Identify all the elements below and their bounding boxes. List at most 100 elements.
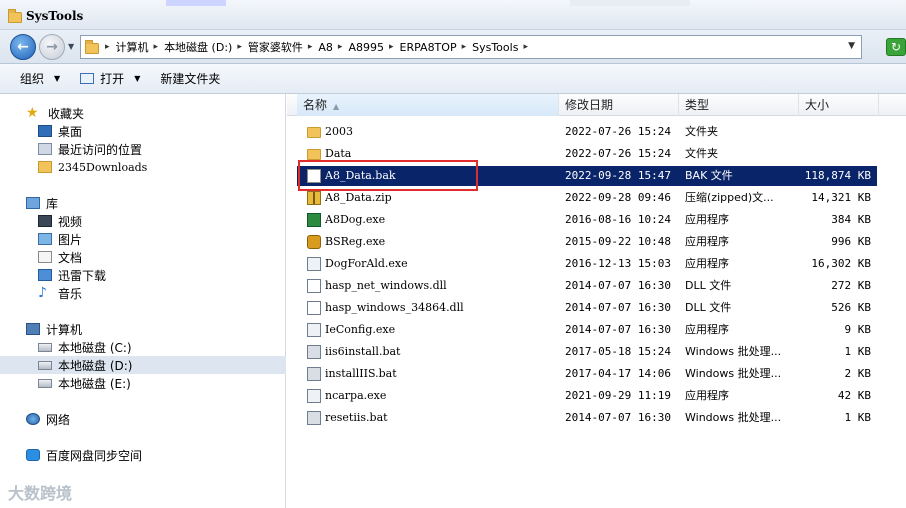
- folder-icon: [38, 161, 52, 173]
- file-row[interactable]: BSReg.exe 2015-09-22 10:48 应用程序 996 KB: [297, 232, 877, 252]
- column-header-name[interactable]: 名称 ▲: [297, 94, 559, 116]
- file-name: installIIS.bat: [325, 367, 397, 380]
- breadcrumb-a8995[interactable]: A8995: [348, 41, 384, 54]
- file-row[interactable]: A8_Data.zip 2022-09-28 09:46 压缩(zipped)文..…: [297, 188, 877, 208]
- file-name: Data: [325, 147, 352, 160]
- back-button[interactable]: ←: [10, 34, 36, 60]
- nav-baidu-sync[interactable]: 百度网盘同步空间: [0, 446, 286, 464]
- chevron-right-icon[interactable]: ▸: [462, 42, 467, 52]
- bsreg-app-icon: [307, 235, 321, 249]
- bat-icon: [307, 411, 321, 425]
- file-row[interactable]: installIIS.bat 2017-04-17 14:06 Windows 批处…: [297, 364, 877, 384]
- file-size: [795, 122, 871, 142]
- nav-music[interactable]: ♪ 音乐: [0, 284, 286, 302]
- column-header-date[interactable]: 修改日期: [559, 94, 679, 116]
- nav-computer[interactable]: 计算机: [0, 320, 286, 338]
- file-row[interactable]: A8Dog.exe 2016-08-16 10:24 应用程序 384 KB: [297, 210, 877, 230]
- file-row[interactable]: IeConfig.exe 2014-07-07 16:30 应用程序 9 KB: [297, 320, 877, 340]
- file-type: 应用程序: [685, 213, 729, 226]
- breadcrumb-a8[interactable]: A8: [318, 41, 333, 54]
- address-dropdown-icon[interactable]: ▼: [848, 41, 855, 51]
- nav-downloads[interactable]: 2345Downloads: [0, 158, 286, 176]
- file-date: 2016-08-16 10:24: [565, 213, 671, 226]
- file-size: 272 KB: [831, 279, 871, 292]
- nav-drive-e[interactable]: 本地磁盘 (E:): [0, 374, 286, 392]
- chevron-right-icon[interactable]: ▸: [389, 42, 394, 52]
- file-row[interactable]: hasp_net_windows.dll 2014-07-07 16:30 DLL …: [297, 276, 877, 296]
- organize-button[interactable]: 组织 ▼: [20, 70, 60, 87]
- file-row[interactable]: resetiis.bat 2014-07-07 16:30 Windows 批处理.…: [297, 408, 877, 428]
- nav-drive-c[interactable]: 本地磁盘 (C:): [0, 338, 286, 356]
- chevron-right-icon[interactable]: ▸: [105, 42, 110, 52]
- sort-ascending-icon: ▲: [333, 102, 340, 111]
- file-size: [795, 144, 871, 164]
- title-bar: SysTools: [0, 0, 906, 30]
- file-row[interactable]: hasp_windows_34864.dll 2014-07-07 16:30 DL…: [297, 298, 877, 318]
- breadcrumb-computer[interactable]: 计算机: [116, 39, 149, 55]
- breadcrumb-erpa8top[interactable]: ERPA8TOP: [400, 41, 457, 54]
- nav-thunder[interactable]: 迅雷下载: [0, 266, 286, 284]
- new-folder-button[interactable]: 新建文件夹: [160, 70, 220, 87]
- file-type: 文件夹: [685, 147, 718, 160]
- nav-videos[interactable]: 视频: [0, 212, 286, 230]
- nav-network[interactable]: 网络: [0, 410, 286, 428]
- file-name: A8_Data.bak: [325, 169, 396, 182]
- file-name: A8_Data.zip: [325, 191, 392, 204]
- nav-documents[interactable]: 文档: [0, 248, 286, 266]
- file-row[interactable]: Data 2022-07-26 15:24 文件夹: [297, 144, 877, 164]
- file-name: DogForAld.exe: [325, 257, 408, 270]
- nav-label: 本地磁盘 (D:): [58, 358, 133, 373]
- file-list: 名称 ▲ 修改日期 类型 大小 2003 2022-07-26 15:24 文件夹 Da…: [287, 94, 906, 508]
- nav-libraries[interactable]: 库: [0, 194, 286, 212]
- column-header-type[interactable]: 类型: [679, 94, 799, 116]
- chevron-right-icon[interactable]: ▸: [308, 42, 313, 52]
- file-size: 14,321 KB: [811, 191, 871, 204]
- column-header-size[interactable]: 大小: [799, 94, 879, 116]
- file-date: 2014-07-07 16:30: [565, 411, 671, 424]
- nav-label: 桌面: [58, 124, 83, 139]
- column-header-label: 大小: [805, 98, 830, 112]
- chevron-right-icon[interactable]: ▸: [237, 42, 242, 52]
- nav-pictures[interactable]: 图片: [0, 230, 286, 248]
- title-bar-decoration: [166, 0, 226, 6]
- video-icon: [38, 215, 52, 227]
- file-row[interactable]: 2003 2022-07-26 15:24 文件夹: [297, 122, 877, 142]
- folder-icon: [307, 127, 321, 138]
- file-type: Windows 批处理...: [685, 411, 782, 424]
- nav-favorites[interactable]: ★ 收藏夹: [0, 104, 286, 122]
- nav-drive-d[interactable]: 本地磁盘 (D:): [0, 356, 286, 374]
- refresh-button[interactable]: ↻: [886, 38, 906, 56]
- nav-recent[interactable]: 最近访问的位置: [0, 140, 286, 158]
- nav-label: 视频: [58, 214, 83, 229]
- file-row[interactable]: A8_Data.bak 2022-09-28 15:47 BAK 文件 118,874…: [297, 166, 877, 186]
- file-type: DLL 文件: [685, 279, 732, 292]
- open-icon: [80, 73, 95, 84]
- file-row[interactable]: DogForAld.exe 2016-12-13 15:03 应用程序 16,302 …: [297, 254, 877, 274]
- breadcrumb-software[interactable]: 管家婆软件: [248, 39, 303, 55]
- file-size: 9 KB: [844, 323, 872, 336]
- chevron-right-icon[interactable]: ▸: [154, 42, 159, 52]
- address-bar-region: ← → ▼ ▸ 计算机 ▸ 本地磁盘 (D:) ▸ 管家婆软件 ▸ A8 ▸ A…: [0, 30, 906, 64]
- nav-desktop[interactable]: 桌面: [0, 122, 286, 140]
- file-type: 应用程序: [685, 257, 729, 270]
- forward-button[interactable]: →: [39, 34, 65, 60]
- chevron-right-icon[interactable]: ▸: [523, 42, 528, 52]
- chevron-right-icon[interactable]: ▸: [338, 42, 343, 52]
- nav-label: 2345Downloads: [58, 160, 148, 174]
- file-row[interactable]: iis6install.bat 2017-05-18 15:24 Windows 批…: [297, 342, 877, 362]
- open-button[interactable]: 打开 ▼: [80, 70, 140, 87]
- file-type: 应用程序: [685, 389, 729, 402]
- drive-icon: [38, 342, 52, 352]
- history-dropdown-icon[interactable]: ▼: [68, 42, 74, 51]
- nav-label: 百度网盘同步空间: [46, 448, 143, 463]
- breadcrumb-systools[interactable]: SysTools: [472, 41, 518, 54]
- file-size: 16,302 KB: [811, 257, 871, 270]
- file-row[interactable]: ncarpa.exe 2021-09-29 11:19 应用程序 42 KB: [297, 386, 877, 406]
- breadcrumb-drive-d[interactable]: 本地磁盘 (D:): [164, 39, 232, 55]
- file-name: resetiis.bat: [325, 411, 388, 424]
- column-header-row: 名称 ▲ 修改日期 类型 大小: [287, 94, 906, 116]
- file-date: 2022-07-26 15:24: [565, 147, 671, 160]
- file-size: 384 KB: [831, 213, 871, 226]
- address-bar[interactable]: ▸ 计算机 ▸ 本地磁盘 (D:) ▸ 管家婆软件 ▸ A8 ▸ A8995 ▸…: [80, 35, 862, 59]
- file-date: 2014-07-07 16:30: [565, 301, 671, 314]
